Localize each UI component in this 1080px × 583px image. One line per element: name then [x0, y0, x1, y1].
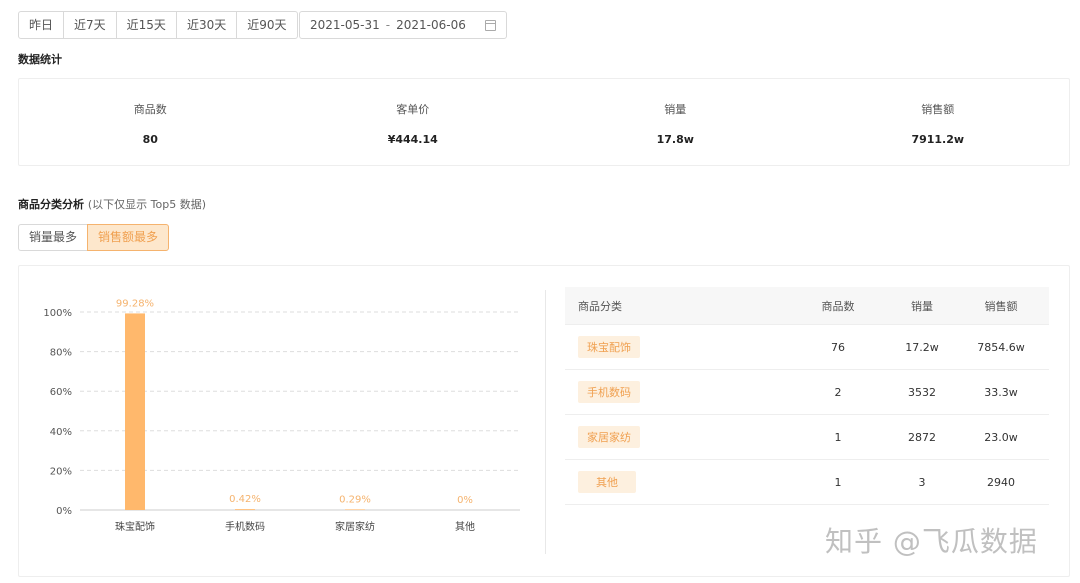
data-label: 0.42% [229, 494, 261, 505]
data-label: 0.29% [339, 494, 371, 505]
stat-revenue: 销售额 7911.2w [807, 79, 1070, 165]
table-row: 手机数码 2 3532 33.3w [565, 370, 1049, 415]
cell-sales: 2872 [908, 430, 936, 444]
date-quick-select: 昨日 近7天 近15天 近30天 近90天 [18, 11, 298, 39]
cell-count: 1 [834, 475, 842, 489]
stat-value: 80 [142, 133, 158, 146]
header-sales: 销量 [911, 299, 933, 313]
cell-revenue: 23.0w [984, 430, 1018, 444]
stat-value: 17.8w [656, 133, 694, 146]
stat-sales: 销量 17.8w [544, 79, 807, 165]
header-category: 商品分类 [578, 299, 622, 313]
stat-label: 商品数 [133, 103, 167, 116]
y-tick-label: 100% [43, 308, 72, 319]
date-range-end: 2021-06-06 [396, 18, 466, 32]
category-tag[interactable]: 手机数码 [578, 381, 640, 403]
category-subtitle: (以下仅显示 Top5 数据) [87, 198, 206, 211]
calendar-icon[interactable] [485, 19, 496, 31]
stat-avg-price: 客单价 ¥444.14 [282, 79, 545, 165]
watermark: 知乎 @飞瓜数据 [825, 525, 1038, 558]
table-row: 家居家纺 1 2872 23.0w [565, 415, 1049, 460]
category-title-text: 商品分类分析 [18, 198, 84, 211]
cell-sales: 17.2w [905, 340, 939, 354]
cell-revenue: 2940 [987, 475, 1015, 489]
date-range-start: 2021-05-31 [310, 18, 380, 32]
cell-sales: 3 [918, 475, 926, 489]
stat-value: 7911.2w [911, 133, 965, 146]
table-row: 珠宝配饰 76 17.2w 7854.6w [565, 325, 1049, 370]
table-header: 商品分类 商品数 销量 销售额 [565, 287, 1049, 325]
toggle-most-revenue[interactable]: 销售额最多 [87, 224, 170, 251]
cell-revenue: 33.3w [984, 385, 1018, 399]
toggle-most-sales[interactable]: 销量最多 [18, 224, 88, 251]
stat-product-count: 商品数 80 [19, 79, 282, 165]
x-tick-label: 家居家纺 [335, 520, 375, 533]
cell-sales: 3532 [908, 385, 936, 399]
stat-value: ¥444.14 [387, 133, 438, 146]
category-tag[interactable]: 珠宝配饰 [578, 336, 640, 358]
table-row: 其他 1 3 2940 [565, 460, 1049, 505]
cell-count: 1 [834, 430, 842, 444]
y-tick-label: 0% [56, 506, 72, 517]
stat-label: 销售额 [921, 103, 955, 116]
stats-title: 数据统计 [18, 53, 62, 66]
category-table: 商品分类 商品数 销量 销售额 珠宝配饰 76 17.2w 7854.6w 手机… [565, 287, 1049, 505]
category-tag[interactable]: 家居家纺 [578, 426, 640, 448]
cell-count: 76 [831, 340, 845, 354]
date-btn-7d[interactable]: 近7天 [64, 12, 117, 38]
category-tag[interactable]: 其他 [578, 471, 636, 493]
stat-label: 客单价 [396, 103, 430, 116]
bar [125, 313, 145, 510]
date-range-picker[interactable]: 2021-05-31 - 2021-06-06 [299, 11, 507, 39]
y-tick-label: 80% [50, 348, 72, 359]
stat-label: 销量 [664, 103, 687, 116]
date-btn-15d[interactable]: 近15天 [117, 12, 177, 38]
category-title: 商品分类分析 (以下仅显示 Top5 数据) [18, 196, 206, 212]
y-tick-label: 40% [50, 427, 72, 438]
date-btn-yesterday[interactable]: 昨日 [19, 12, 65, 38]
x-tick-label: 其他 [455, 520, 475, 533]
bar [345, 509, 365, 510]
date-btn-90d[interactable]: 近90天 [237, 12, 296, 38]
date-btn-30d[interactable]: 近30天 [177, 12, 238, 38]
data-label: 99.28% [116, 298, 154, 309]
header-count: 商品数 [821, 299, 855, 313]
y-tick-label: 20% [50, 466, 72, 477]
date-range-separator: - [385, 18, 391, 32]
stats-panel: 商品数 80 客单价 ¥444.14 销量 17.8w 销售额 7911.2w [18, 78, 1070, 166]
panel-divider [545, 290, 546, 554]
category-bar-chart: 0% 20% 40% 60% 80% 100% 99.28% 珠宝配饰 0.42% 手机数码 0.2… [43, 298, 520, 533]
header-revenue: 销售额 [984, 299, 1018, 313]
x-tick-label: 珠宝配饰 [115, 520, 155, 533]
sort-toggle: 销量最多 销售额最多 [18, 224, 170, 251]
data-label: 0% [457, 495, 473, 506]
cell-count: 2 [834, 385, 842, 399]
x-tick-label: 手机数码 [225, 520, 265, 533]
bar [235, 509, 255, 510]
cell-revenue: 7854.6w [977, 340, 1025, 354]
y-tick-label: 60% [50, 387, 72, 398]
